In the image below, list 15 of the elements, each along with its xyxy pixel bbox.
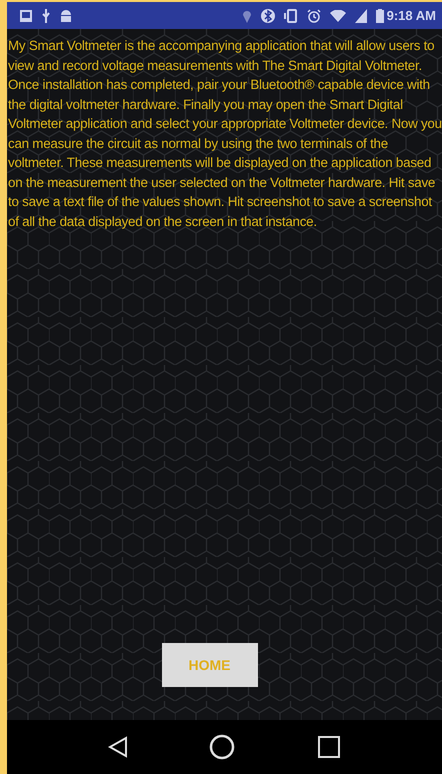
- app-description: My Smart Voltmeter is the accompanying application that will allow users to view and record voltage measurements with The Smart Digital Voltmeter. Once installation has completed, pair your Bluetooth® capable device with the digital voltmeter hardware. Finally you may open the Smart Digital Voltmeter application and select your appropriate Voltmeter device. Now you can measure the circuit as normal by using the two terminals of the voltmeter. These measurements will be displayed on the application based on the measurement the user selected on the Voltmeter hardware. Hit save to save a text file of the values shown. Hit screenshot to save a screenshot of all the data displayed on the screen in that instance.: [8, 37, 442, 231]
- usb-icon: [42, 8, 50, 22]
- wifi-icon: [330, 10, 346, 22]
- signal-icon: [354, 8, 367, 22]
- vibrate-icon: [284, 8, 298, 22]
- status-time: 9:18 AM: [386, 8, 436, 23]
- alarm-icon: [306, 8, 321, 22]
- home-button[interactable]: HOME: [162, 643, 258, 687]
- recents-icon[interactable]: [317, 735, 342, 759]
- image-icon: [19, 8, 33, 22]
- location-icon: [242, 8, 252, 22]
- bluetooth-icon: [260, 8, 275, 22]
- back-icon[interactable]: [108, 736, 128, 758]
- battery-icon: [376, 8, 384, 22]
- home-icon[interactable]: [209, 734, 236, 760]
